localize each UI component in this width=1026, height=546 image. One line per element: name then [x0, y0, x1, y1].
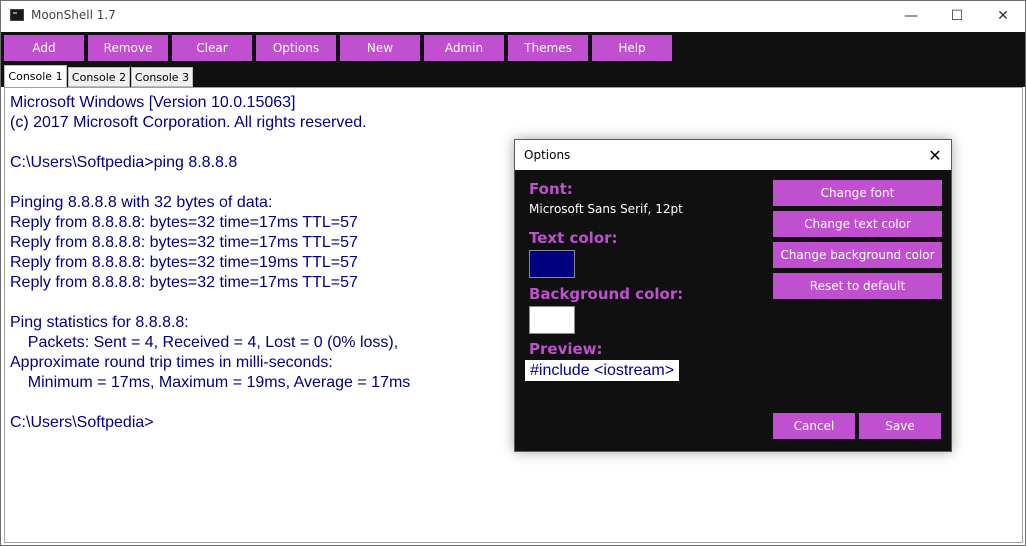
terminal-icon [10, 9, 24, 21]
options-button[interactable]: Options [256, 35, 336, 61]
reset-to-default-button[interactable]: Reset to default [773, 273, 942, 299]
tab-console-3[interactable]: Console 3 [131, 67, 193, 87]
minimize-button[interactable]: — [888, 1, 934, 31]
options-dialog: Options ✕ Font: Microsoft Sans Serif, 12… [514, 139, 952, 452]
themes-button[interactable]: Themes [508, 35, 588, 61]
admin-button[interactable]: Admin [424, 35, 504, 61]
remove-button[interactable]: Remove [88, 35, 168, 61]
console-line: Packets: Sent = 4, Received = 4, Lost = … [10, 334, 399, 351]
console-line: Reply from 8.8.8.8: bytes=32 time=17ms T… [10, 214, 358, 231]
tab-console-1[interactable]: Console 1 [4, 65, 67, 87]
console-line: Reply from 8.8.8.8: bytes=32 time=19ms T… [10, 254, 358, 271]
console-prompt: C:\Users\Softpedia> [10, 414, 154, 431]
background-color-label: Background color: [529, 285, 684, 303]
options-dialog-titlebar[interactable]: Options ✕ [515, 140, 951, 170]
preview-label: Preview: [529, 340, 603, 358]
background-color-swatch [529, 306, 575, 334]
close-button[interactable]: ✕ [980, 1, 1025, 31]
add-button[interactable]: Add [4, 35, 84, 61]
text-color-label: Text color: [529, 229, 618, 247]
change-font-button[interactable]: Change font [773, 180, 942, 206]
preview-text: #include <iostream> [525, 360, 680, 381]
change-text-color-button[interactable]: Change text color [773, 211, 942, 237]
console-line: Reply from 8.8.8.8: bytes=32 time=17ms T… [10, 234, 358, 251]
console-line: Pinging 8.8.8.8 with 32 bytes of data: [10, 194, 273, 211]
console-line: Microsoft Windows [Version 10.0.15063] [10, 94, 296, 111]
menu-bar: Add Remove Clear Options New Admin Theme… [1, 32, 1025, 65]
console-tabs: Console 1 Console 2 Console 3 [1, 65, 1025, 87]
title-bar[interactable]: MoonShell 1.7 — ☐ ✕ [1, 1, 1025, 31]
console-line: Minimum = 17ms, Maximum = 19ms, Average … [10, 374, 411, 391]
console-line: (c) 2017 Microsoft Corporation. All righ… [10, 114, 367, 131]
console-line: Ping statistics for 8.8.8.8: [10, 314, 189, 331]
options-close-button[interactable]: ✕ [921, 142, 949, 168]
help-button[interactable]: Help [592, 35, 672, 61]
window-title: MoonShell 1.7 [31, 8, 116, 22]
cancel-button[interactable]: Cancel [773, 413, 855, 439]
tab-console-2[interactable]: Console 2 [68, 67, 130, 87]
save-button[interactable]: Save [859, 413, 941, 439]
console-line: Reply from 8.8.8.8: bytes=32 time=17ms T… [10, 274, 358, 291]
clear-button[interactable]: Clear [172, 35, 252, 61]
font-value: Microsoft Sans Serif, 12pt [529, 202, 683, 216]
options-dialog-title: Options [524, 148, 571, 162]
maximize-button[interactable]: ☐ [934, 1, 980, 31]
change-background-color-button[interactable]: Change background color [773, 242, 942, 268]
console-line: Approximate round trip times in milli-se… [10, 354, 333, 371]
font-label: Font: [529, 180, 573, 198]
text-color-swatch [529, 250, 575, 278]
new-button[interactable]: New [340, 35, 420, 61]
console-line: C:\Users\Softpedia>ping 8.8.8.8 [10, 154, 238, 171]
